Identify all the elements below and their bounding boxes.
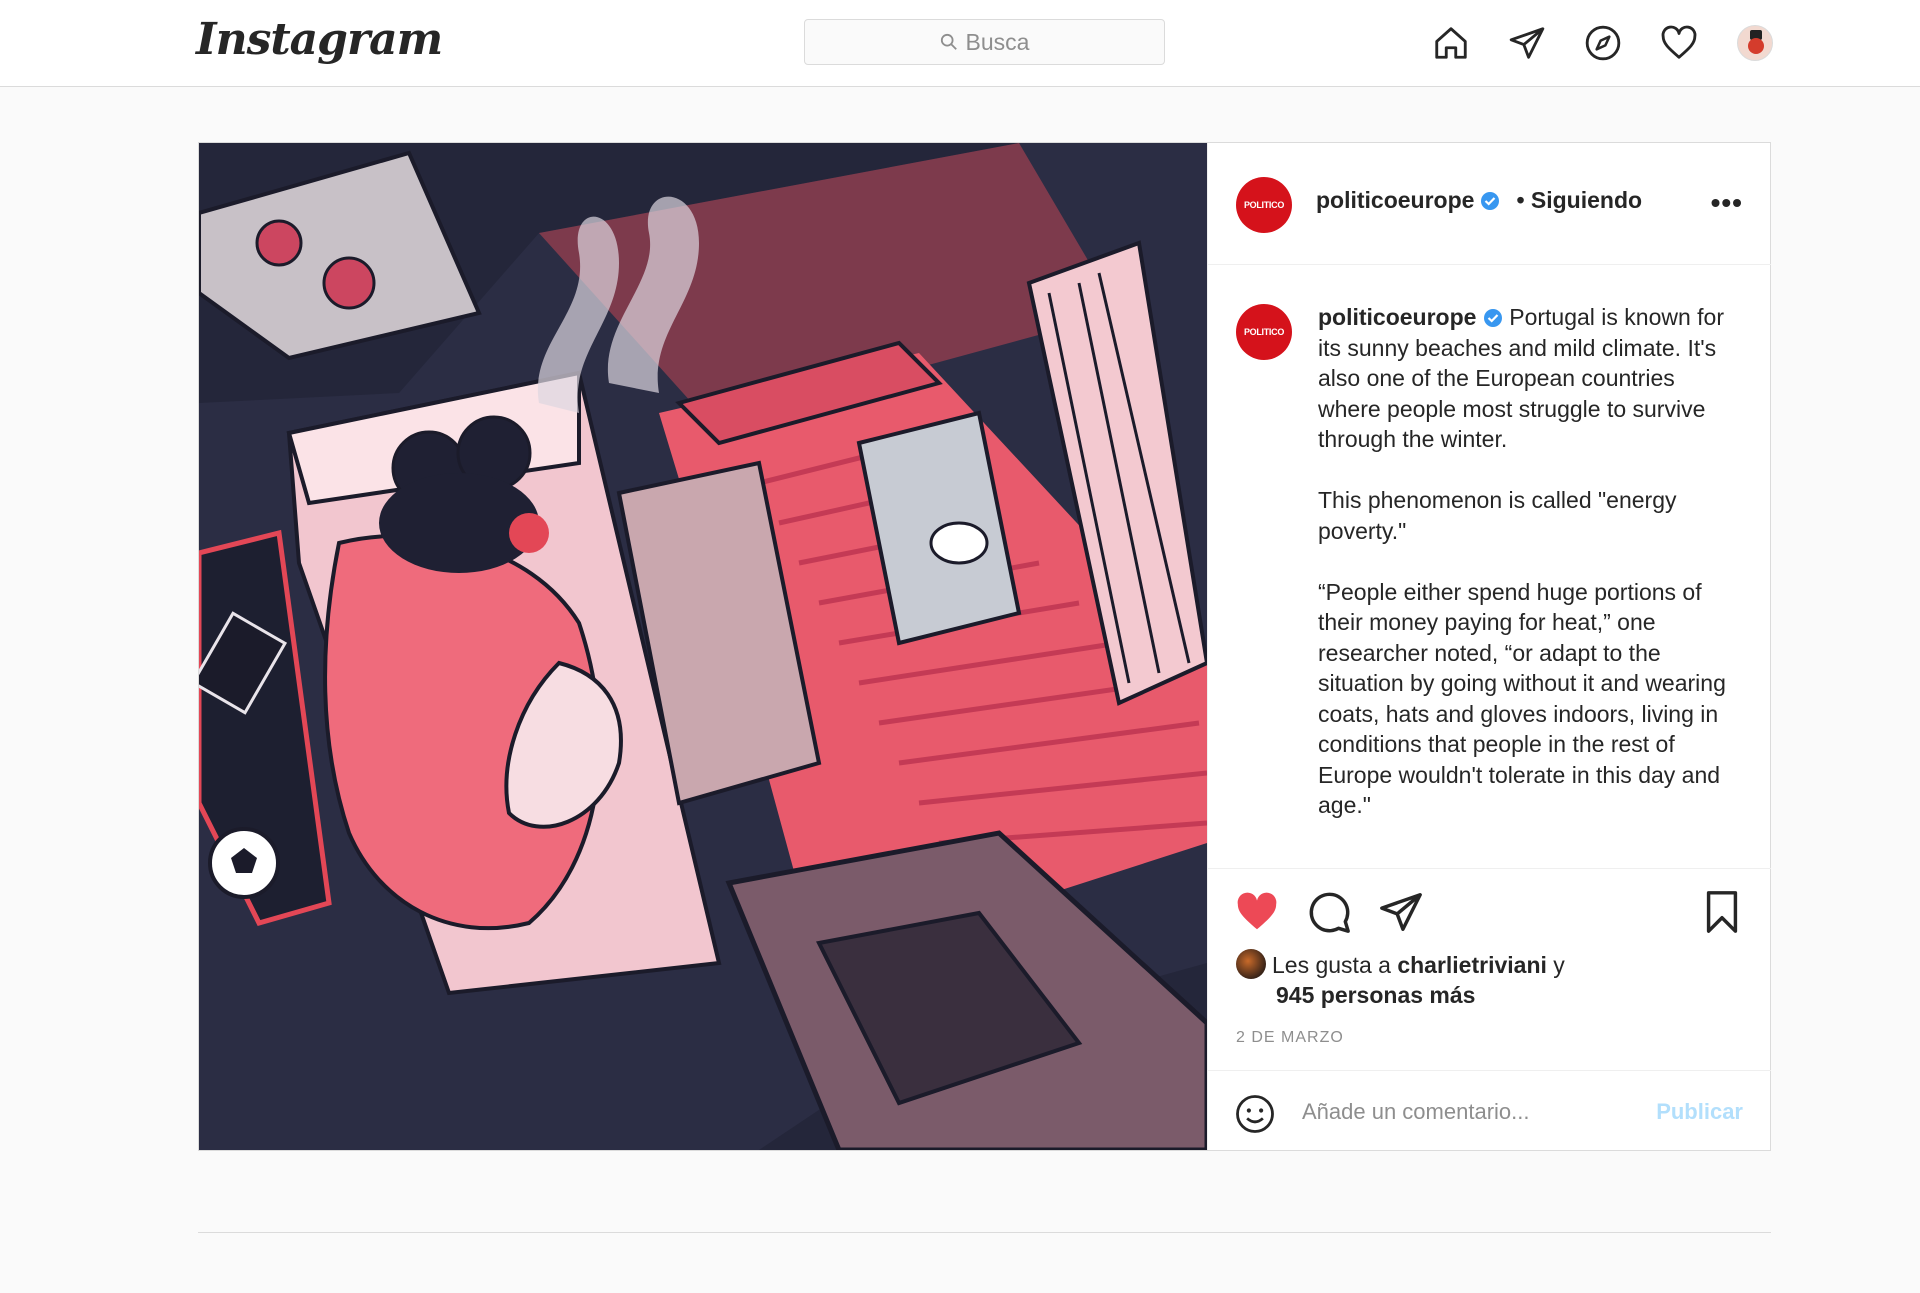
liker-username[interactable]: charlietriviani (1397, 952, 1547, 978)
caption-paragraph-1: politicoeurope Portugal is known for its… (1318, 302, 1738, 455)
emoji-smile-icon[interactable] (1234, 1093, 1276, 1135)
post-sidebar: POLITICO politicoeurope • Siguiendo ••• … (1207, 143, 1771, 1153)
search-icon (940, 33, 957, 50)
author-avatar[interactable]: POLITICO (1236, 177, 1292, 233)
share-icon[interactable] (1378, 889, 1424, 935)
comment-input[interactable]: Añade un comentario... (1302, 1099, 1529, 1125)
illustration-bedroom (199, 143, 1207, 1150)
verified-badge-icon (1481, 191, 1500, 210)
instagram-logo[interactable]: Instagram (196, 14, 443, 65)
post-author-row: politicoeurope • Siguiendo (1316, 187, 1642, 214)
more-options-button[interactable]: ••• (1711, 187, 1743, 219)
caption-paragraph-2: This phenomenon is called "energy povert… (1318, 487, 1683, 544)
search-input[interactable]: Busca (804, 19, 1165, 65)
post-image-illustration[interactable] (199, 143, 1207, 1150)
verified-badge-icon (1483, 309, 1502, 327)
comment-icon[interactable] (1306, 889, 1352, 935)
caption-text: politicoeurope Portugal is known for its… (1318, 302, 1738, 851)
explore-icon[interactable] (1583, 23, 1623, 63)
action-icons (1234, 889, 1424, 935)
post-header: POLITICO politicoeurope • Siguiendo ••• (1208, 143, 1771, 265)
footer-divider (198, 1232, 1771, 1233)
activity-heart-icon[interactable] (1659, 23, 1699, 63)
like-heart-icon[interactable] (1234, 889, 1280, 935)
save-bookmark-icon[interactable] (1699, 889, 1745, 935)
likes-count[interactable]: 945 personas más (1236, 980, 1656, 1010)
caption-author-avatar[interactable]: POLITICO (1236, 304, 1292, 360)
caption-author[interactable]: politicoeurope (1318, 304, 1476, 330)
caption-paragraph-3: “People either spend huge portions of th… (1318, 578, 1733, 819)
comment-bar: Añade un comentario... Publicar (1208, 1070, 1771, 1154)
following-label[interactable]: • Siguiendo (1516, 187, 1642, 214)
home-icon[interactable] (1431, 23, 1471, 63)
likes-prefix: Les gusta a (1272, 952, 1391, 978)
post-actions: Les gusta a charlietriviani y 945 person… (1208, 868, 1771, 1153)
caption-area[interactable]: POLITICO politicoeurope Portugal is know… (1208, 266, 1771, 868)
direct-icon[interactable] (1507, 23, 1547, 63)
search-placeholder: Busca (965, 28, 1030, 55)
publish-button[interactable]: Publicar (1656, 1099, 1743, 1125)
likes-summary[interactable]: Les gusta a charlietriviani y 945 person… (1236, 949, 1656, 1010)
nav-icons (1431, 20, 1775, 66)
profile-avatar[interactable] (1735, 23, 1775, 63)
top-nav: Instagram Busca (0, 0, 1920, 87)
liker-avatar (1236, 949, 1266, 979)
avatar (1737, 25, 1773, 61)
likes-joiner: y (1553, 952, 1565, 978)
post-card: POLITICO politicoeurope • Siguiendo ••• … (198, 142, 1771, 1151)
author-username[interactable]: politicoeurope (1316, 187, 1474, 214)
post-date: 2 DE MARZO (1236, 1029, 1344, 1046)
